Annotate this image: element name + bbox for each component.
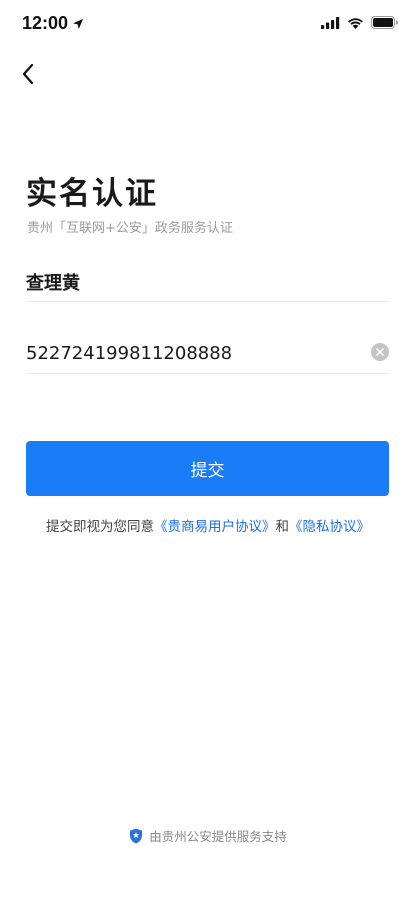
- agreement-joiner: 和: [275, 519, 290, 535]
- page-subtitle: 贵州「互联网+公安」政务服务认证: [27, 221, 233, 236]
- real-name-auth-page: 12:00 实名认证 贵州「互联网+公安」政务服务认证 查理黄 52272419…: [0, 0, 416, 900]
- status-time-label: 12:00: [22, 13, 69, 33]
- status-bar: 12:00: [0, 0, 416, 48]
- user-agreement-link[interactable]: 《贵商易用户协议》: [154, 519, 276, 535]
- shield-star-icon: [130, 828, 143, 843]
- id-number-field: [26, 334, 389, 374]
- name-field: [26, 262, 389, 302]
- chevron-left-icon: [22, 63, 34, 85]
- cellular-signal-icon: [321, 16, 340, 29]
- privacy-agreement-link[interactable]: 《隐私协议》: [289, 519, 370, 535]
- id-number-input[interactable]: [26, 334, 389, 373]
- clear-icon: [376, 348, 384, 356]
- location-arrow-icon: [73, 18, 84, 29]
- footer: 由贵州公安提供服务支持: [0, 826, 416, 845]
- agreement-prefix: 提交即视为您同意: [46, 519, 154, 535]
- submit-button[interactable]: 提交: [26, 441, 389, 496]
- clear-input-button[interactable]: [371, 343, 389, 361]
- back-button[interactable]: [14, 60, 42, 88]
- footer-text: 由贵州公安提供服务支持: [149, 829, 287, 844]
- agreement-text: 提交即视为您同意《贵商易用户协议》和《隐私协议》: [0, 515, 416, 535]
- battery-icon: [371, 16, 398, 29]
- name-input[interactable]: [26, 262, 389, 301]
- status-icons: [321, 16, 398, 29]
- wifi-icon: [348, 17, 363, 29]
- status-time: 12:00: [22, 13, 84, 34]
- page-title: 实名认证: [26, 176, 158, 212]
